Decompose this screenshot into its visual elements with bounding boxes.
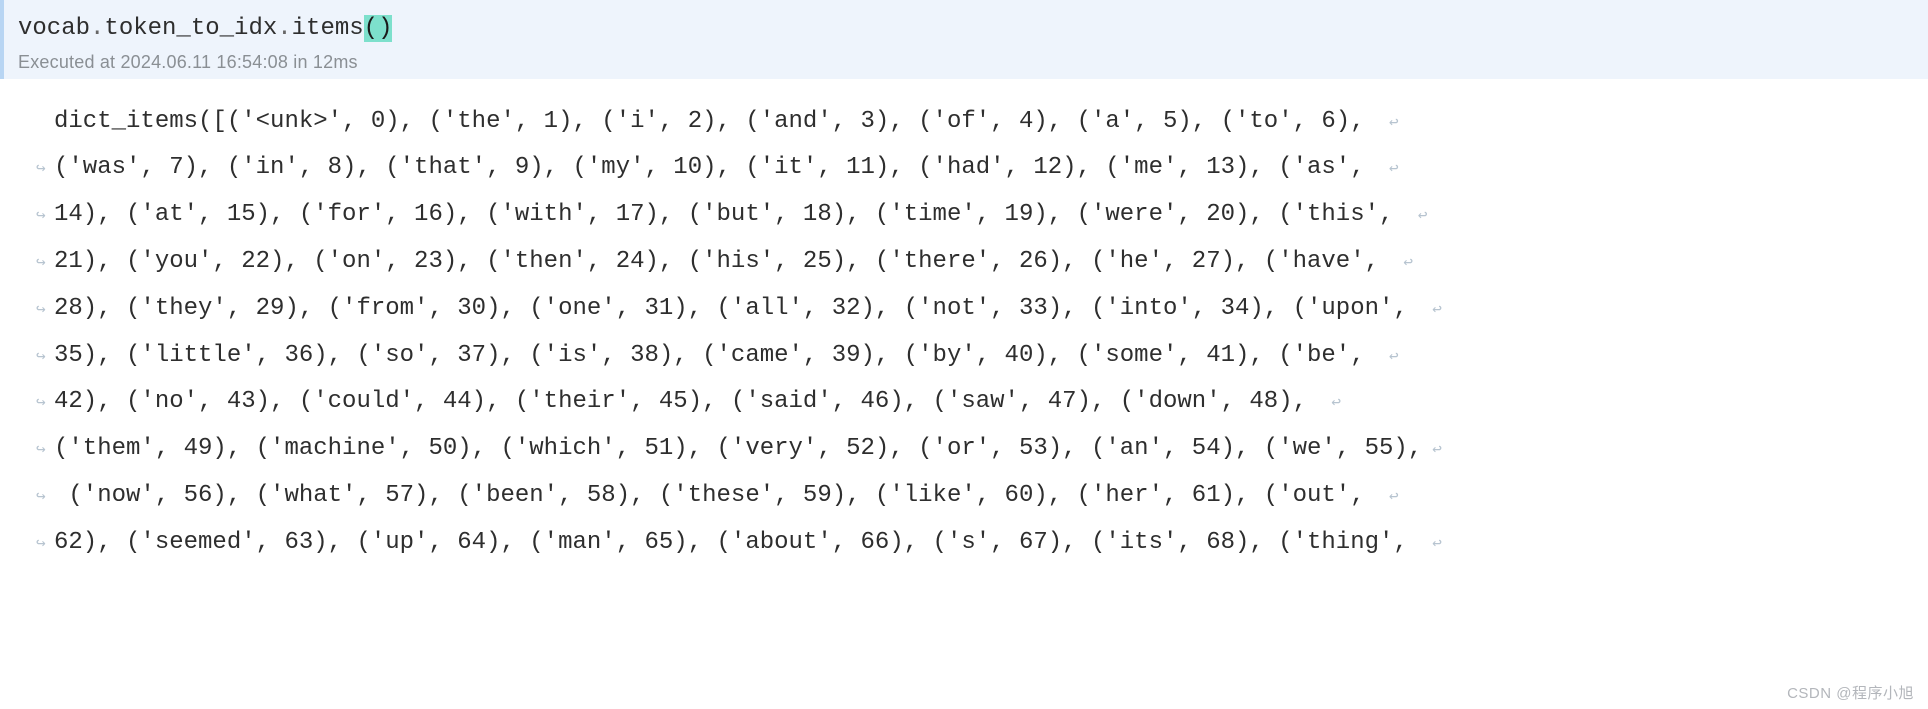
output-text: 62), ('seemed', 63), ('up', 64), ('man',… xyxy=(54,520,1422,567)
watermark: CSDN @程序小旭 xyxy=(1787,682,1914,703)
output-line: ↪ 28), ('they', 29), ('from', 30), ('one… xyxy=(36,286,1892,333)
output-line: ↪ 35), ('little', 36), ('so', 37), ('is'… xyxy=(36,333,1892,380)
wrap-end-icon: ↩ xyxy=(1422,529,1442,560)
wrap-end-icon: ↩ xyxy=(1422,295,1442,326)
output-text: ('now', 56), ('what', 57), ('been', 58),… xyxy=(54,473,1379,520)
code-token-method: items xyxy=(292,15,364,42)
code-token-vocab: vocab xyxy=(18,15,90,42)
dot-2: . xyxy=(277,15,291,42)
cell-output[interactable]: dict_items([('<unk>', 0), ('the', 1), ('… xyxy=(0,79,1928,571)
output-line: ↪ 21), ('you', 22), ('on', 23), ('then',… xyxy=(36,239,1892,286)
wrap-end-icon: ↩ xyxy=(1379,108,1399,139)
code-token-attr: token_to_idx xyxy=(104,15,277,42)
output-line: ↪ 42), ('no', 43), ('could', 44), ('thei… xyxy=(36,379,1892,426)
output-text: 35), ('little', 36), ('so', 37), ('is', … xyxy=(54,333,1379,380)
wrap-end-icon: ↩ xyxy=(1321,388,1341,419)
output-text: dict_items([('<unk>', 0), ('the', 1), ('… xyxy=(54,99,1379,146)
dot-1: . xyxy=(90,15,104,42)
output-text: ('was', 7), ('in', 8), ('that', 9), ('my… xyxy=(54,145,1379,192)
wrap-end-icon: ↩ xyxy=(1422,435,1442,466)
wrap-end-icon: ↩ xyxy=(1379,342,1399,373)
wrap-start-icon: ↪ xyxy=(36,201,54,232)
output-line: ↪ ('them', 49), ('machine', 50), ('which… xyxy=(36,426,1892,473)
wrap-end-icon: ↩ xyxy=(1393,248,1413,279)
code-line[interactable]: vocab.token_to_idx.items() xyxy=(18,12,1914,46)
output-text: 42), ('no', 43), ('could', 44), ('their'… xyxy=(54,379,1321,426)
output-text: 28), ('they', 29), ('from', 30), ('one',… xyxy=(54,286,1422,333)
highlighted-parens: () xyxy=(364,15,393,42)
wrap-end-icon: ↩ xyxy=(1408,201,1428,232)
wrap-start-icon: ↪ xyxy=(36,154,54,185)
wrap-start-icon: ↪ xyxy=(36,482,54,513)
output-text: ('them', 49), ('machine', 50), ('which',… xyxy=(54,426,1422,473)
output-line: ↪ ('was', 7), ('in', 8), ('that', 9), ('… xyxy=(36,145,1892,192)
output-line: ↪ 14), ('at', 15), ('for', 16), ('with',… xyxy=(36,192,1892,239)
wrap-end-icon: ↩ xyxy=(1379,482,1399,513)
code-cell[interactable]: vocab.token_to_idx.items() Executed at 2… xyxy=(0,0,1928,79)
wrap-start-icon: ↪ xyxy=(36,388,54,419)
wrap-start-icon: ↪ xyxy=(36,295,54,326)
wrap-start-icon: ↪ xyxy=(36,248,54,279)
execution-info: Executed at 2024.06.11 16:54:08 in 12ms xyxy=(18,52,1914,73)
output-line: ↪ 62), ('seemed', 63), ('up', 64), ('man… xyxy=(36,520,1892,567)
output-line: ↪ ('now', 56), ('what', 57), ('been', 58… xyxy=(36,473,1892,520)
wrap-end-icon: ↩ xyxy=(1379,154,1399,185)
output-text: 14), ('at', 15), ('for', 16), ('with', 1… xyxy=(54,192,1408,239)
wrap-start-icon: ↪ xyxy=(36,435,54,466)
output-text: 21), ('you', 22), ('on', 23), ('then', 2… xyxy=(54,239,1393,286)
wrap-start-icon: ↪ xyxy=(36,529,54,560)
wrap-start-icon: ↪ xyxy=(36,342,54,373)
output-line: dict_items([('<unk>', 0), ('the', 1), ('… xyxy=(36,99,1892,146)
